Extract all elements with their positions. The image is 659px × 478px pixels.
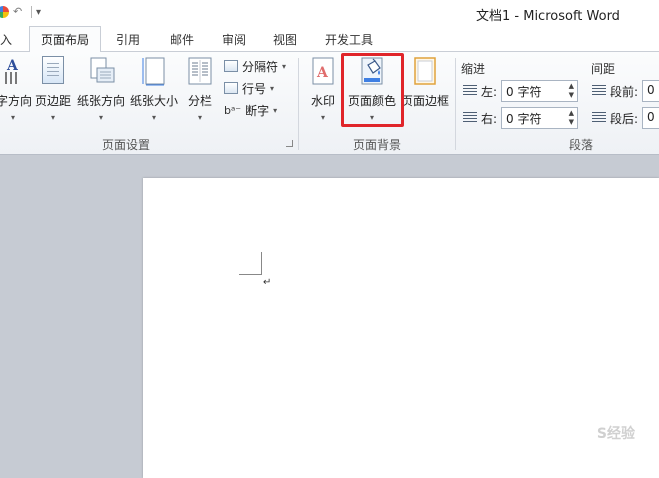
- spacing-after-row: 段后: 0: [592, 107, 659, 129]
- chevron-down-icon: ▾: [10, 113, 15, 122]
- spacing-before-input[interactable]: 0: [642, 80, 659, 102]
- title-bar: ↶ ▾ 文档1 - Microsoft Word: [0, 0, 659, 26]
- tab-references[interactable]: 引用: [116, 31, 140, 48]
- page-setup-launcher-icon[interactable]: [286, 140, 293, 147]
- site-watermark: S经验: [596, 426, 635, 442]
- breaks-button[interactable]: 分隔符 ▾: [224, 57, 286, 75]
- tab-page-layout[interactable]: 页面布局: [29, 26, 102, 53]
- chevron-down-icon: ▾: [273, 105, 278, 115]
- group-separator: [298, 58, 299, 150]
- orientation-icon: [88, 56, 115, 86]
- chevron-down-icon: ▾: [282, 61, 287, 71]
- window-title: 文档1 - Microsoft Word: [476, 9, 620, 24]
- spin-arrows-icon[interactable]: ▲ ▼: [569, 82, 574, 100]
- chevron-down-icon: ▾: [197, 113, 202, 122]
- text-direction-icon: A: [0, 56, 26, 86]
- spacing-before-row: 段前: 0: [592, 80, 659, 102]
- tab-developer[interactable]: 开发工具: [325, 31, 373, 48]
- hyphenation-button[interactable]: bᵃ⁻ 断字 ▾: [224, 101, 277, 119]
- tab-insert[interactable]: 入: [0, 31, 12, 48]
- ribbon-tabs: 入 页面布局 引用 邮件 审阅 视图 开发工具: [0, 26, 659, 53]
- indent-right-row: 右: 0 字符 ▲ ▼: [463, 107, 579, 129]
- columns-button[interactable]: 分栏 ▾: [184, 56, 216, 130]
- margins-icon: [40, 56, 66, 86]
- chevron-down-icon: ▾: [98, 113, 103, 122]
- undo-icon[interactable]: ↶: [13, 6, 27, 18]
- tab-mailings[interactable]: 邮件: [170, 31, 194, 48]
- paragraph-group-label: 段落: [569, 138, 594, 152]
- hyphenation-icon: bᵃ⁻: [224, 103, 242, 117]
- document-page[interactable]: ↵ S经验: [143, 178, 659, 478]
- spacing-after-icon: [592, 112, 606, 124]
- watermark-icon: A: [310, 56, 336, 86]
- line-numbers-icon: [224, 82, 238, 94]
- spacing-after-input[interactable]: 0: [642, 107, 659, 129]
- indent-right-input[interactable]: 0 字符 ▲ ▼: [501, 107, 579, 129]
- svg-text:A: A: [6, 58, 19, 74]
- svg-text:A: A: [316, 65, 329, 81]
- group-separator: [455, 58, 456, 150]
- chevron-down-icon: ▾: [50, 113, 55, 122]
- page-setup-group-label: 页面设置: [102, 138, 151, 152]
- orientation-button[interactable]: 纸张方向 ▾: [76, 56, 126, 130]
- indent-title: 缩进: [461, 62, 486, 76]
- size-button[interactable]: 纸张大小 ▾: [129, 56, 179, 130]
- margin-corner-mark: [239, 252, 262, 275]
- breaks-icon: [224, 60, 238, 72]
- tab-review[interactable]: 审阅: [222, 31, 246, 48]
- columns-icon: [187, 56, 213, 86]
- indent-left-input[interactable]: 0 字符 ▲ ▼: [501, 80, 579, 102]
- chevron-down-icon: ▾: [320, 113, 325, 122]
- document-canvas: ↵ S经验: [0, 156, 659, 478]
- chevron-down-icon: ▾: [270, 83, 275, 93]
- paper-size-icon: [141, 56, 167, 86]
- indent-right-icon: [463, 112, 477, 124]
- qat-separator: [31, 6, 32, 18]
- tab-view[interactable]: 视图: [273, 31, 297, 48]
- line-numbers-button[interactable]: 行号 ▾: [224, 79, 274, 97]
- indent-left-icon: [463, 85, 477, 97]
- margins-button[interactable]: 页边距 ▾: [34, 56, 72, 130]
- watermark-button[interactable]: A 水印 ▾: [307, 56, 339, 130]
- paragraph-mark: ↵: [263, 277, 272, 288]
- ribbon: A 字方向 ▾ 页边距 ▾ 纸张方向 ▾ 纸张大小 ▾ 分栏 ▾ 分隔符 ▾ 行…: [0, 52, 659, 155]
- customize-qat-icon[interactable]: ▾: [36, 7, 41, 18]
- spacing-before-icon: [592, 85, 606, 97]
- text-direction-button[interactable]: A 字方向 ▾: [0, 56, 32, 130]
- page-borders-button[interactable]: 页面边框: [400, 56, 450, 130]
- spin-arrows-icon[interactable]: ▲ ▼: [569, 109, 574, 127]
- chevron-down-icon: ▾: [151, 113, 156, 122]
- page-background-group-label: 页面背景: [353, 138, 402, 152]
- page-borders-icon: [412, 56, 438, 86]
- spacing-title: 间距: [591, 62, 616, 76]
- office-logo-icon[interactable]: [0, 6, 9, 18]
- quick-access-toolbar: ↶ ▾: [0, 4, 41, 20]
- indent-left-row: 左: 0 字符 ▲ ▼: [463, 80, 579, 102]
- page-color-highlight: [341, 53, 404, 127]
